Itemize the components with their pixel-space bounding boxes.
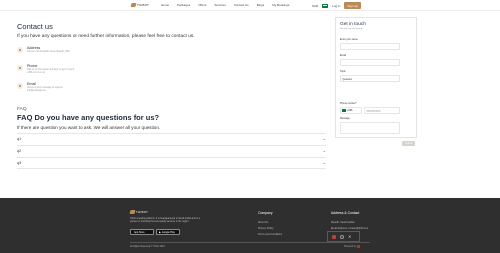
faq-question: q2	[17, 149, 22, 153]
phone-field-label: Phone number*	[340, 102, 357, 105]
faq-question: q1	[17, 137, 22, 141]
footer-logo-text: THIBRT	[136, 210, 148, 214]
login-link[interactable]: Log in	[332, 4, 340, 8]
country-code: +966	[347, 109, 353, 112]
phone-text: Call us on the below numbers to get in t…	[27, 68, 75, 74]
instagram-icon[interactable]	[340, 234, 344, 239]
email-field[interactable]	[340, 59, 400, 66]
nav-link-blogs[interactable]: Blogs	[257, 3, 265, 7]
powered-by: Powered by	[344, 245, 361, 248]
contact-intro: If you have any questions or need furthe…	[17, 34, 195, 39]
google-play-button[interactable]: ▶ Google Play	[156, 229, 180, 235]
faq-tag: FAQ	[17, 107, 27, 112]
topic-label: Topic	[340, 70, 346, 73]
message-label: Message	[340, 117, 350, 120]
powered-by-label: Powered by	[344, 245, 357, 248]
logo-text: THIBRT	[137, 3, 149, 7]
form-title: Get in touch	[340, 22, 366, 27]
faq-question: q3	[17, 161, 22, 165]
signup-button[interactable]: Sign Up	[344, 2, 362, 9]
faq-item[interactable]: q3 ⌄	[17, 157, 326, 169]
top-navbar: THIBRT Home Packages Offers Services Con…	[0, 0, 500, 11]
phone-input-group: +966 5XXXXXXXX	[340, 107, 400, 114]
nav-actions: SAR Log in Sign Up	[312, 2, 362, 9]
app-store-label: App Store	[134, 230, 145, 234]
name-label: Enter your name	[340, 38, 358, 41]
phone-icon	[17, 65, 23, 71]
logo-mark-icon	[130, 3, 137, 7]
app-store-button[interactable]: App Store	[130, 229, 154, 235]
page-title: Contact us	[17, 22, 53, 31]
powered-logo-icon	[357, 245, 361, 248]
phone-item: Phone Call us on the below numbers to ge…	[17, 64, 77, 74]
email-item: Email Send us your message to support in…	[17, 82, 77, 92]
nav-link-home[interactable]: Home	[161, 3, 169, 7]
footer-address: Riyadh, Saudi Arabia	[331, 221, 355, 224]
x-twitter-icon[interactable]: ✕	[348, 234, 351, 239]
email-field-label: Email	[340, 54, 346, 57]
footer-description: Thibrt a leading platform. It is headqua…	[130, 218, 200, 223]
phone-number-field[interactable]: 5XXXXXXXX	[364, 107, 400, 114]
social-links: ✕	[327, 231, 360, 242]
footer-logo[interactable]: THIBRT	[129, 210, 148, 214]
location-icon	[17, 47, 23, 53]
faq-item[interactable]: q1 ⌄	[17, 133, 326, 145]
language-flag-icon[interactable]	[322, 3, 329, 8]
logo-mark-icon	[129, 210, 136, 214]
nav-link-contact[interactable]: Contact Us	[234, 3, 249, 7]
message-field[interactable]	[340, 122, 400, 134]
faq-title: FAQ Do you have any questions for us?	[17, 113, 160, 122]
chevron-down-icon: ⌄	[322, 160, 326, 165]
facebook-icon[interactable]	[332, 234, 336, 239]
google-play-label: Google Play	[161, 230, 175, 234]
address-text: Gurna 4 off Al Kathiri street Riyadh, KS…	[27, 50, 70, 53]
company-title: Company	[258, 211, 273, 215]
topic-select[interactable]: Question	[340, 75, 400, 82]
faq-subtitle: If there are question you want to ask. W…	[17, 125, 161, 130]
mail-icon	[17, 83, 23, 89]
footer-link-terms[interactable]: Terms and Conditions	[258, 233, 282, 236]
chevron-down-icon: ⌄	[322, 136, 326, 141]
nav-link-offers[interactable]: Offers	[198, 3, 206, 7]
chevron-down-icon: ⌄	[322, 148, 326, 153]
email-text: Send us your message to support info@exa…	[27, 86, 63, 92]
currency-selector[interactable]: SAR	[312, 4, 318, 8]
footer-link-about[interactable]: About Us	[258, 221, 268, 224]
brand-logo[interactable]: THIBRT	[130, 3, 149, 7]
copyright: All Rights Reserved © Thibrt 2024	[130, 246, 165, 248]
get-in-touch-form: Get in touch We will respond shortly Ent…	[335, 17, 417, 146]
contact-title: Address & Contact	[331, 211, 360, 215]
footer-email[interactable]: Email Address: contact@thibrt.sa	[331, 227, 368, 230]
form-subtitle: We will respond shortly	[340, 28, 363, 30]
footer-divider	[130, 242, 370, 243]
country-code-select[interactable]: +966	[340, 107, 362, 114]
saudi-flag-icon	[342, 109, 346, 112]
address-item: Address Gurna 4 off Al Kathiri street Ri…	[17, 46, 70, 53]
submit-button[interactable]: Submit	[402, 141, 416, 146]
footer: THIBRT Thibrt a leading platform. It is …	[0, 198, 500, 253]
footer-link-privacy[interactable]: Privacy Policy	[258, 227, 274, 230]
nav-link-packages[interactable]: Packages	[177, 3, 190, 7]
nav-link-services[interactable]: Services	[214, 3, 226, 7]
faq-item[interactable]: q2 ⌄	[17, 145, 326, 157]
play-icon: ▶	[159, 230, 161, 234]
nav-links: Home Packages Offers Services Contact Us…	[161, 3, 289, 7]
nav-link-bookings[interactable]: My Bookings	[272, 3, 289, 7]
name-field[interactable]	[340, 43, 400, 50]
